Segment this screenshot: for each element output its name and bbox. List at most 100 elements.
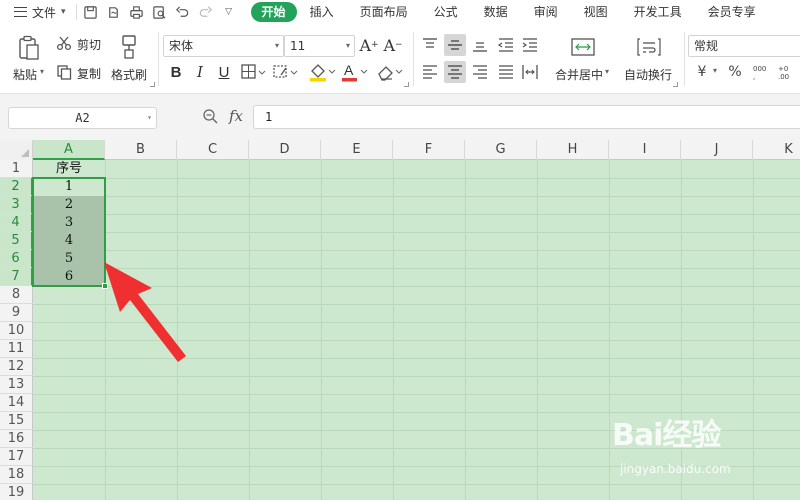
row-header-6[interactable]: 6 [0, 250, 33, 268]
wrap-text-icon[interactable] [636, 36, 662, 58]
row-header-12[interactable]: 12 [0, 358, 33, 376]
name-box[interactable]: A2 ▾ [8, 107, 157, 129]
align-left-icon[interactable] [420, 62, 440, 82]
insert-function-icon[interactable]: fx [229, 107, 243, 125]
tab-page-layout[interactable]: 页面布局 [347, 2, 421, 22]
eraser-icon[interactable] [375, 62, 405, 82]
font-color-icon[interactable]: A [340, 61, 370, 83]
row-header-2[interactable]: 2 [0, 178, 33, 196]
column-header-g[interactable]: G [465, 140, 537, 160]
copy-icon[interactable] [56, 64, 72, 80]
column-header-i[interactable]: I [609, 140, 681, 160]
column-header-j[interactable]: J [681, 140, 753, 160]
scissors-icon[interactable] [56, 35, 72, 51]
paste-label[interactable]: 粘贴 [13, 66, 37, 83]
tab-formulas[interactable]: 公式 [421, 2, 471, 22]
row-header-1[interactable]: 1 [0, 160, 33, 178]
merge-center-icon[interactable] [570, 36, 596, 58]
row-header-9[interactable]: 9 [0, 304, 33, 322]
currency-dropdown-icon[interactable]: ▾ [713, 66, 717, 75]
align-top-icon[interactable] [420, 35, 440, 55]
fill-color-icon[interactable] [308, 61, 338, 83]
column-header-d[interactable]: D [249, 140, 321, 160]
percent-icon[interactable]: % [727, 62, 743, 82]
merge-center-label[interactable]: 合并居中 [555, 66, 603, 83]
paste-button[interactable] [16, 34, 42, 62]
format-painter-icon[interactable] [118, 34, 140, 60]
cut-label[interactable]: 剪切 [77, 36, 101, 53]
row-header-18[interactable]: 18 [0, 466, 33, 484]
tab-view[interactable]: 视图 [571, 2, 621, 22]
column-header-f[interactable]: F [393, 140, 465, 160]
select-all-corner[interactable] [0, 140, 33, 160]
cell-a1[interactable]: 序号 [33, 160, 105, 178]
underline-icon[interactable]: U [214, 62, 234, 82]
column-header-h[interactable]: H [537, 140, 609, 160]
column-header-a[interactable]: A [33, 140, 105, 160]
column-header-e[interactable]: E [321, 140, 393, 160]
row-header-16[interactable]: 16 [0, 430, 33, 448]
increase-font-icon[interactable]: A + [359, 36, 378, 55]
tab-review[interactable]: 审阅 [521, 2, 571, 22]
font-size-select[interactable]: 11 ▾ [284, 35, 355, 57]
format-painter-label[interactable]: 格式刷 [111, 66, 147, 83]
row-header-17[interactable]: 17 [0, 448, 33, 466]
decrease-indent-icon[interactable] [496, 35, 516, 55]
thousands-separator-icon[interactable]: 000, [752, 62, 772, 82]
formula-input[interactable]: 1 [253, 105, 800, 129]
print-preview-icon[interactable] [152, 4, 168, 20]
tab-home[interactable]: 开始 [250, 2, 297, 22]
row-header-10[interactable]: 10 [0, 322, 33, 340]
alignment-group-launcher[interactable] [673, 82, 678, 87]
paste-dropdown-icon[interactable]: ▾ [40, 67, 44, 76]
zoom-formula-icon[interactable] [202, 108, 218, 128]
svg-text:+0: +0 [778, 65, 788, 73]
row-header-3[interactable]: 3 [0, 196, 33, 214]
number-format-select[interactable]: 常规 [688, 35, 800, 57]
wrap-text-label[interactable]: 自动换行 [624, 66, 672, 83]
export-pdf-icon[interactable] [106, 4, 122, 20]
save-icon[interactable] [83, 4, 99, 20]
increase-decimal-icon[interactable]: +0.00 [777, 62, 799, 82]
align-middle-icon[interactable] [444, 34, 466, 56]
font-name-select[interactable]: 宋体 ▾ [163, 35, 284, 57]
row-header-4[interactable]: 4 [0, 214, 33, 232]
row-header-15[interactable]: 15 [0, 412, 33, 430]
row-header-5[interactable]: 5 [0, 232, 33, 250]
align-center-icon[interactable] [444, 61, 466, 83]
borders-icon[interactable] [240, 63, 268, 81]
tab-data[interactable]: 数据 [471, 2, 521, 22]
currency-icon[interactable]: ¥ [694, 62, 710, 82]
row-header-11[interactable]: 11 [0, 340, 33, 358]
bold-icon[interactable]: B [166, 62, 186, 82]
column-header-c[interactable]: C [177, 140, 249, 160]
decrease-font-icon[interactable]: A − [383, 36, 402, 55]
column-header-k[interactable]: K [753, 140, 800, 160]
grid-line [33, 214, 800, 215]
file-menu[interactable]: 文件 ▾ [0, 0, 70, 24]
increase-indent-icon[interactable] [520, 35, 540, 55]
column-header-b[interactable]: B [105, 140, 177, 160]
customize-toolbar-icon[interactable]: ▽ [221, 4, 237, 20]
align-right-icon[interactable] [470, 62, 490, 82]
clipboard-group-launcher[interactable] [150, 82, 155, 87]
tab-developer[interactable]: 开发工具 [621, 2, 695, 22]
merge-dropdown-icon[interactable]: ▾ [605, 67, 609, 76]
row-header-8[interactable]: 8 [0, 286, 33, 304]
copy-label[interactable]: 复制 [77, 65, 101, 82]
distributed-align-icon[interactable] [520, 62, 540, 82]
row-header-14[interactable]: 14 [0, 394, 33, 412]
italic-icon[interactable]: I [190, 62, 210, 82]
row-header-13[interactable]: 13 [0, 376, 33, 394]
font-group-launcher[interactable] [404, 82, 409, 87]
justify-icon[interactable] [496, 62, 516, 82]
undo-icon[interactable] [175, 4, 191, 20]
cell-style-icon[interactable] [272, 63, 300, 81]
print-icon[interactable] [129, 4, 145, 20]
row-header-7[interactable]: 7 [0, 268, 33, 286]
row-header-19[interactable]: 19 [0, 484, 33, 500]
redo-icon[interactable] [198, 4, 214, 20]
tab-member[interactable]: 会员专享 [695, 2, 769, 22]
align-bottom-icon[interactable] [470, 35, 490, 55]
tab-insert[interactable]: 插入 [297, 2, 347, 22]
